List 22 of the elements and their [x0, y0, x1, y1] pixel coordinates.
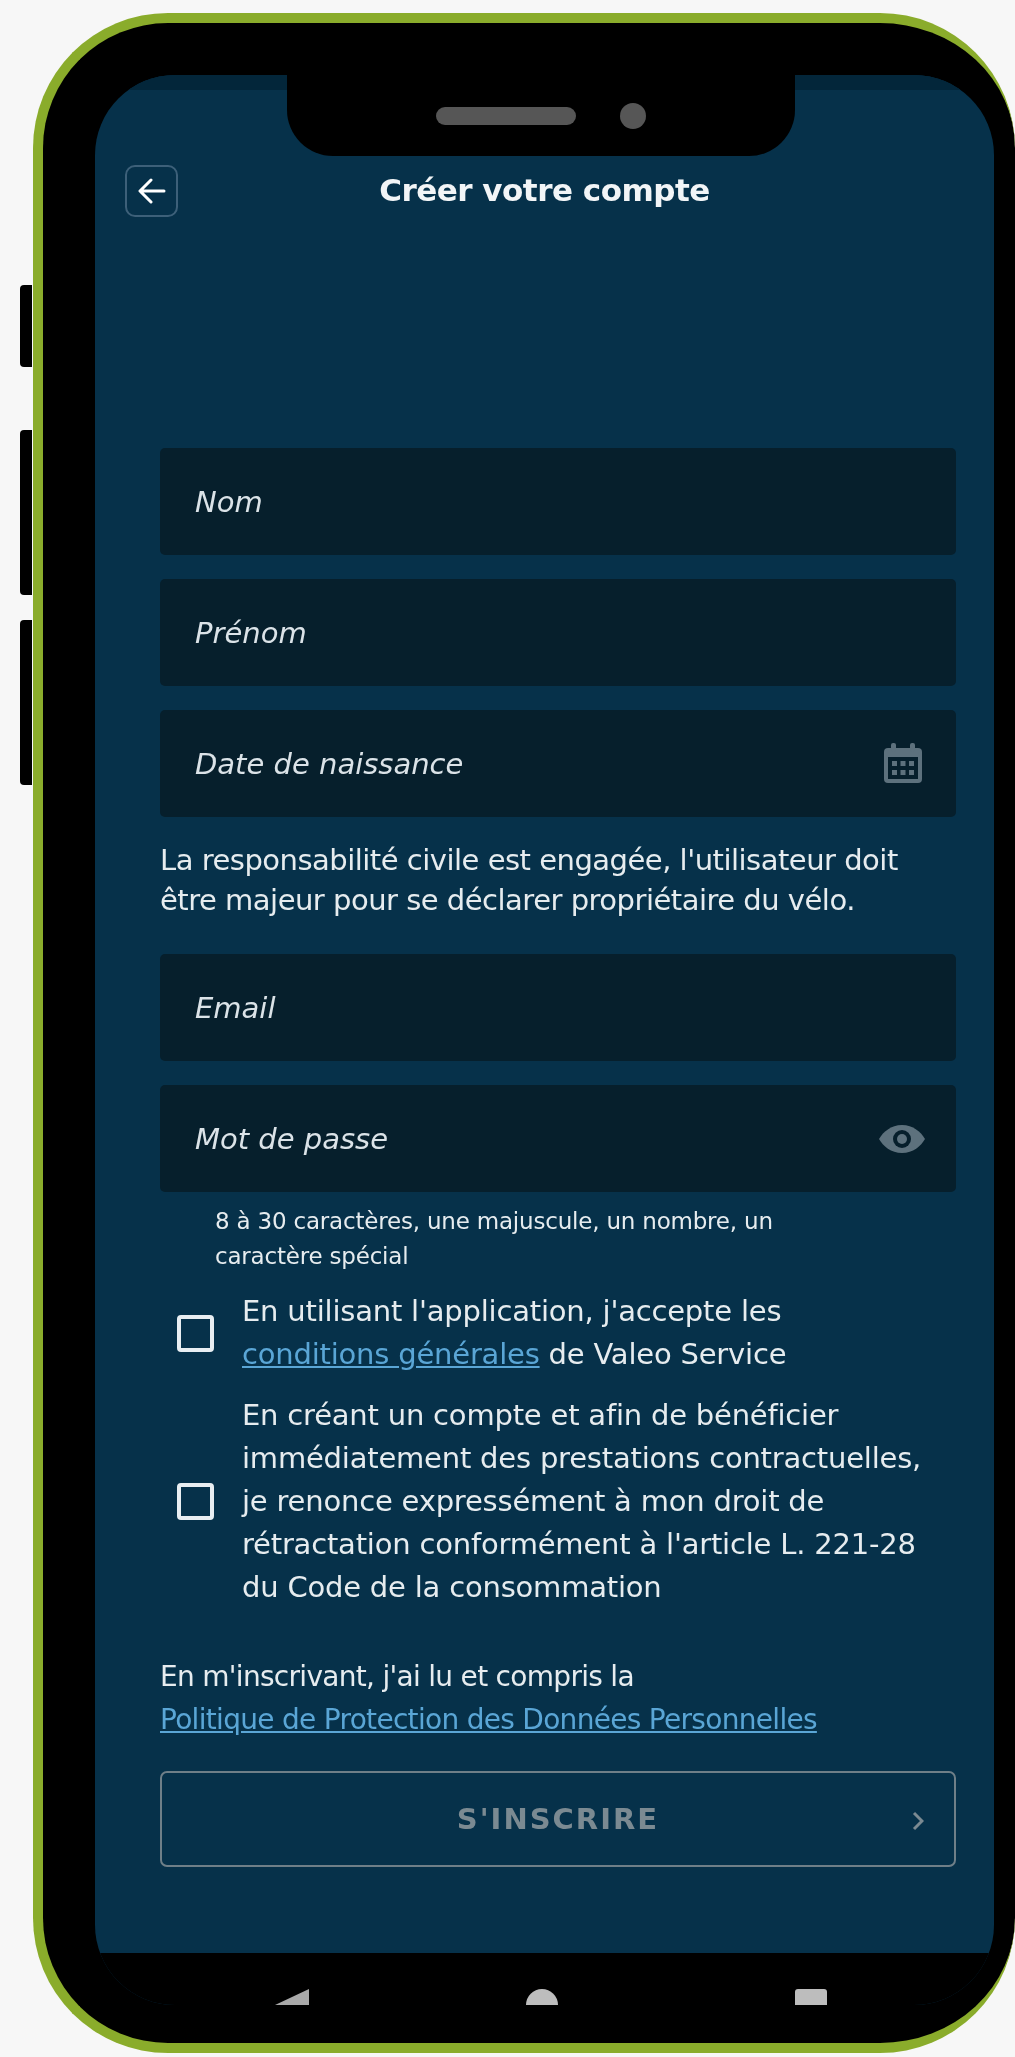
- nav-back-icon[interactable]: [275, 1989, 309, 2005]
- speaker-icon: [436, 106, 576, 125]
- password-hint: 8 à 30 caractères, une majuscule, un nombre, un caractère spécial: [215, 1207, 774, 1271]
- privacy-text: En m'inscrivant, j'ai lu et compris la Politique de Protection des Données Personnelles: [160, 1659, 818, 1738]
- consent-text: En créant un compte et afin de bénéficier immédiatement des prestations contractuelles, je renonce expressément à mon droit de rétractation conformément à l'article L. 221-28 du Code de la consommation: [242, 1397, 923, 1606]
- eye-icon[interactable]: [878, 1122, 926, 1155]
- input-field[interactable]: Email: [160, 954, 956, 1061]
- consent-text: En utilisant l'application, j'accepte les conditions générales de Valeo Service: [242, 1293, 788, 1373]
- input-field[interactable]: Mot de passe: [160, 1085, 956, 1192]
- checkbox[interactable]: [177, 1314, 214, 1352]
- chevron-right-icon: [912, 1811, 924, 1831]
- checkbox[interactable]: [177, 1483, 214, 1520]
- input-field[interactable]: Date de naissance: [160, 710, 956, 817]
- age-notice: La responsabilité civile est engagée, l'utilisateur doit être majeur pour se déclarer propriétaire du vélo.: [160, 842, 899, 919]
- arrow-left-icon: [137, 178, 166, 204]
- input-field[interactable]: Nom: [160, 448, 956, 555]
- back-button[interactable]: [125, 165, 178, 217]
- terms-link[interactable]: conditions générales: [242, 1337, 540, 1371]
- screen-title: Créer votre compte: [379, 172, 710, 208]
- camera-icon: [620, 102, 646, 129]
- privacy-policy-link[interactable]: Politique de Protection des Données Personnelles: [160, 1703, 817, 1736]
- input-field[interactable]: Prénom: [160, 579, 956, 686]
